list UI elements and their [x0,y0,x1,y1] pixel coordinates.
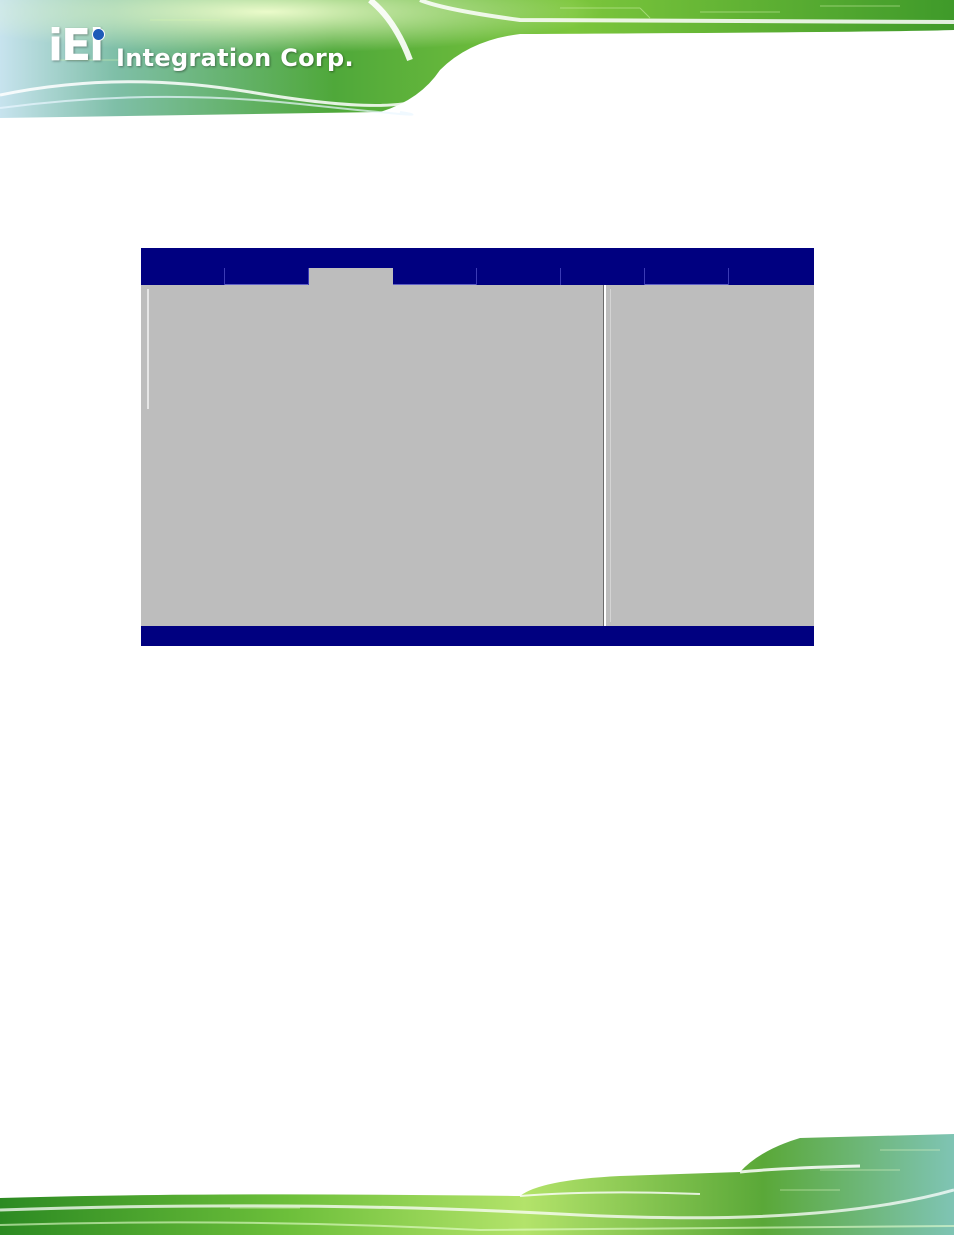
bios-help-guide-line [610,289,611,622]
bios-tab-7[interactable] [645,268,729,285]
bios-screen [141,248,814,646]
logo-company-name: Integration Corp. [116,44,354,72]
bios-tab-3-active[interactable] [309,268,393,285]
bios-tab-2[interactable] [225,268,309,285]
bios-help-panel [606,285,814,626]
bios-main-panel [141,285,604,626]
bios-tab-1[interactable] [141,268,225,285]
bios-tab-6[interactable] [561,268,645,285]
logo-dot-icon [92,28,105,41]
bios-tab-bar [141,268,814,285]
bios-tab-4[interactable] [393,268,477,285]
footer-banner [0,1130,954,1235]
bios-tab-8[interactable] [729,268,814,285]
bios-footer-bar [141,626,814,646]
bios-title-bar [141,248,814,268]
header-banner: iEi Integration Corp. [0,0,954,118]
footer-banner-graphic [0,1134,954,1235]
bios-main-highlight [147,289,149,409]
bios-tab-5[interactable] [477,268,561,285]
